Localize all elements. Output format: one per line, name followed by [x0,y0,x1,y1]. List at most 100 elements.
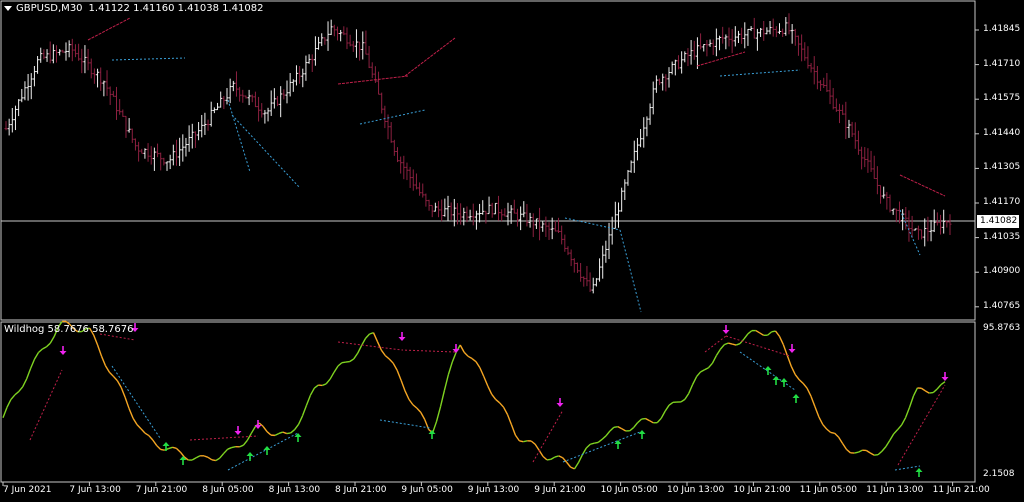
chart-window[interactable]: GBPUSD,M301.41122 1.41160 1.41038 1.4108… [0,0,1024,498]
price-bar [882,187,885,199]
price-bar [30,73,33,99]
down-arrow-icon [557,398,564,407]
price-bar [879,185,882,203]
chart-canvas[interactable] [0,0,1024,498]
price-bar [623,179,626,200]
price-bar [674,60,677,76]
price-bar [222,96,225,109]
chart-title: GBPUSD,M301.41122 1.41160 1.41038 1.4108… [4,3,264,14]
price-bar [415,173,418,189]
down-arrow-icon [942,372,949,381]
oscillator-segment [736,344,740,346]
price-bar [617,202,620,227]
oscillator-segment [192,458,196,460]
oscillator-segment [322,384,326,386]
oscillator-segment [267,432,271,435]
price-bar [87,49,90,70]
price-bar [131,129,134,143]
oscillator-segment [511,425,515,436]
price-bar [762,21,765,41]
price-bar [917,226,920,240]
oscillator-segment [575,463,579,469]
price-tick-label: 1.41845 [983,24,1020,34]
price-bar [709,40,712,47]
oscillator-segment [196,456,200,458]
price-bar [560,226,563,245]
price-bar [197,122,200,140]
price-bar [254,92,257,107]
price-bar [377,72,380,95]
price-bar [810,63,813,73]
price-bar [270,90,273,115]
oscillator-segment [105,366,109,372]
time-tick-label: 11 Jun 13:00 [866,485,923,495]
oscillator-segment [870,453,874,455]
oscillator-segment [559,456,563,458]
oscillator-segment [27,369,31,379]
price-bar [838,104,841,123]
price-bar [652,82,655,115]
oscillator-segment [728,343,732,344]
price-bar [46,49,49,62]
price-bar [93,68,96,83]
price-bar [620,188,623,212]
price-bar [434,203,437,212]
oscillator-segment [890,434,894,441]
oscillator-segment [228,448,232,450]
oscillator-segment [645,419,649,421]
price-bar [579,263,582,282]
price-bar [797,36,800,56]
oscillator-segment [310,388,314,395]
price-bar [96,69,99,88]
price-bar [690,40,693,65]
oscillator-segment [756,331,760,333]
price-bar [677,55,680,69]
oscillator-segment [113,376,117,380]
oscillator-segment [330,372,334,379]
oscillator-segment [346,362,350,363]
price-bar [920,230,923,240]
dropdown-triangle-icon[interactable] [4,6,12,11]
indicator-frame [1,322,975,482]
price-bar [68,40,71,57]
price-bar [143,148,146,158]
oscillator-segment [405,391,409,400]
bear-divergence-line [30,370,62,440]
price-bar [74,44,77,57]
oscillator-segment [464,352,468,356]
price-bar [926,217,929,242]
price-bar [769,21,772,34]
up-arrow-icon [639,430,646,439]
price-bar [162,158,165,166]
price-bar [440,199,443,221]
price-bar [159,153,162,171]
price-bar [336,27,339,41]
price-bar [718,36,721,51]
oscillator-segment [791,366,795,374]
oscillator-segment [598,439,602,442]
price-bar [304,56,307,81]
price-bar [345,27,348,49]
oscillator-segment [172,447,176,448]
oscillator-segment [657,418,661,422]
time-tick-label: 8 Jun 05:00 [202,485,253,495]
price-bar [702,44,705,51]
price-bar [36,56,39,74]
price-bar [200,115,203,137]
price-bar [140,149,143,153]
oscillator-segment [910,396,914,407]
price-bar [724,34,727,49]
oscillator-segment [421,412,425,419]
price-bar [885,192,888,210]
price-bar [592,278,595,294]
price-bar [901,209,904,230]
oscillator-segment [724,343,728,345]
oscillator-segment [42,347,46,349]
price-bar [557,218,560,233]
price-bar [213,107,216,113]
bull-divergence-line [720,70,800,76]
oscillator-segment [23,379,27,387]
price-bar [99,67,102,90]
price-bar [936,212,939,225]
oscillator-segment [109,372,113,376]
